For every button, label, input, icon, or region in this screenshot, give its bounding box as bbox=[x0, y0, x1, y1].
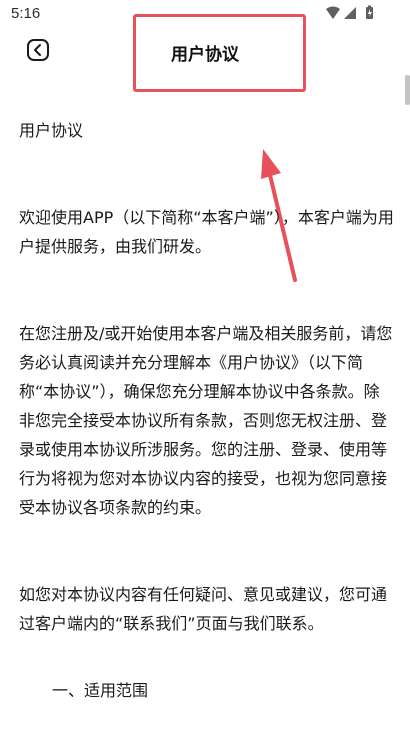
document-heading: 用户协议 bbox=[19, 121, 84, 140]
section-heading-scope: 一、适用范围 bbox=[52, 681, 149, 700]
wifi-icon bbox=[326, 6, 340, 19]
cellular-signal-icon bbox=[344, 7, 356, 19]
status-icons bbox=[324, 5, 384, 21]
paragraph-intro: 欢迎使用APP（以下简称“本客户端”），本客户端为用户提供服务，由我们研发。 bbox=[19, 208, 394, 256]
agreement-content: 用户协议 欢迎使用APP（以下简称“本客户端”），本客户端为用户提供服务，由我们… bbox=[19, 116, 394, 705]
status-time: 5:16 bbox=[11, 5, 41, 22]
annotation-highlight-box bbox=[133, 14, 306, 92]
paragraph-terms: 在您注册及/或开始使用本客户端及相关服务前，请您务必认真阅读并充分理解本《用户协… bbox=[19, 324, 393, 517]
battery-icon bbox=[366, 5, 373, 19]
scrollbar-thumb[interactable] bbox=[405, 75, 410, 105]
paragraph-contact: 如您对本协议内容有任何疑问、意见或建议，您可通过客户端内的“联系我们”页面与我们… bbox=[19, 585, 388, 633]
